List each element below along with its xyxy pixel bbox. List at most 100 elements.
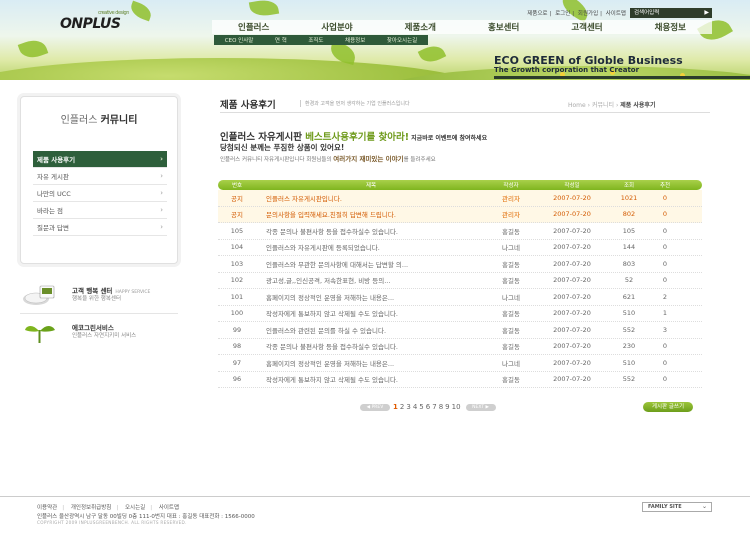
cell-author: 관리자 — [502, 194, 520, 203]
cell-no: 100 — [230, 309, 244, 318]
col-header-author: 작성자 — [503, 183, 519, 189]
page-description: 환경과 고객을 먼저 생각하는 기업 인플러스입니다 — [300, 100, 410, 107]
page-number[interactable]: 7 — [432, 403, 436, 411]
cell-title[interactable]: 문의사항을 입력해세요.친절히 답변해 드립니다. — [256, 209, 486, 219]
footer-link-privacy[interactable]: 개인정보취급방침 — [71, 505, 111, 511]
cell-title[interactable]: 작성자에게 통보하지 않고 삭제될 수도 있습니다. — [256, 308, 486, 318]
cell-title[interactable]: 인플러스와 자유게시판에 등록되었습니다. — [256, 242, 486, 252]
promo-customer-center[interactable]: 고객 행복 센터 HAPPY SERVICE 행복을 위한 행복센터 — [20, 281, 178, 311]
breadcrumb-community[interactable]: 커뮤니티 — [592, 102, 614, 109]
page-number[interactable]: 3 — [406, 403, 410, 411]
page-number[interactable]: 1 — [393, 403, 398, 411]
cell-recommend: 2 — [662, 292, 668, 301]
lnb-item-ceo[interactable]: CEO 인사말 — [225, 36, 254, 44]
toplink-home[interactable]: 제품으로 — [527, 11, 547, 17]
cell-title[interactable]: 광고성,글,,인신공격, 저속한표현, 비방 등의... — [256, 275, 486, 285]
write-post-button[interactable]: 게시판 글쓰기 — [643, 402, 693, 412]
cell-views: 510 — [622, 358, 636, 367]
toplink-join[interactable]: 회원가입 — [578, 11, 598, 17]
intro-desc-a: 인플러스 커뮤니티 자유게시판입니다 회원님들의 — [220, 157, 334, 163]
gnb-item-customer[interactable]: 고객센터 — [571, 21, 602, 33]
cell-recommend: 0 — [662, 193, 668, 202]
table-row[interactable]: 104 인플러스와 자유게시판에 등록되었습니다. 나그네 2007-07-20 144… — [218, 240, 702, 256]
gnb-item-business[interactable]: 사업분야 — [321, 21, 352, 33]
lnb-item-organization[interactable]: 조직도 — [308, 36, 323, 44]
cell-no: 102 — [230, 276, 244, 285]
sidebar-menu: 제품 사용후기 › 자유 게시판 › 나만의 UCC › 바라는 점 › 질문과… — [33, 151, 167, 236]
breadcrumb-home[interactable]: Home — [568, 102, 586, 109]
table-row[interactable]: 99 인플러스와 관련된 문의를 하실 수 있습니다. 홍길동 2007-07-20 5… — [218, 322, 702, 339]
table-row[interactable]: 98 각종 문의나 불편사항 등을 접수하실수 있습니다. 홍길동 2007-07-2… — [218, 339, 702, 355]
cell-views: 621 — [622, 292, 636, 301]
lnb-item-location[interactable]: 찾아오시는길 — [387, 36, 417, 44]
sidebar-item-ucc[interactable]: 나만의 UCC › — [33, 185, 167, 202]
cell-views: 105 — [622, 226, 636, 235]
cell-date: 2007-07-20 — [553, 358, 591, 367]
lnb-item-recruit[interactable]: 채용정보 — [345, 36, 365, 44]
page-number[interactable]: 6 — [426, 403, 430, 411]
breadcrumb: Home › 커뮤니티 › 제품 사용후기 — [568, 102, 656, 109]
gnb-item-company[interactable]: 인플러스 — [238, 21, 269, 33]
cell-views: 802 — [622, 210, 636, 219]
table-row[interactable]: 공지 문의사항을 입력해세요.친절히 답변해 드립니다. 관리자 2007-07-20… — [218, 206, 702, 223]
cell-author: 나그네 — [502, 359, 520, 368]
promo-desc: 인플러스 자연지키미 서비스 — [72, 333, 137, 339]
table-row[interactable]: 105 각종 문의나 불편사항 등을 접수하실수 있습니다. 홍길동 2007-07-… — [218, 223, 702, 240]
page-number[interactable]: 8 — [439, 403, 443, 411]
sidebar-item-qna[interactable]: 질문과 답변 › — [33, 219, 167, 236]
gnb-item-recruit[interactable]: 채용정보 — [655, 21, 686, 33]
prev-page-button[interactable]: ◀ PREV — [360, 403, 390, 411]
cell-recommend: 0 — [662, 210, 668, 219]
sidebar-item-wishes[interactable]: 바라는 점 › — [33, 202, 167, 219]
cell-date: 2007-07-20 — [553, 276, 591, 285]
cell-title[interactable]: 작성자에게 통보하지 않고 삭제될 수도 있습니다. — [256, 374, 486, 384]
next-label: NEXT — [472, 404, 485, 410]
footer-link-directions[interactable]: 오시는길 — [125, 505, 145, 511]
sidebar-item-reviews[interactable]: 제품 사용후기 › — [33, 151, 167, 168]
table-row[interactable]: 102 광고성,글,,인신공격, 저속한표현, 비방 등의... 홍길동 2007-0… — [218, 273, 702, 289]
cell-title[interactable]: 홈페이지의 정상적인 운영을 저해하는 내용은... — [256, 292, 486, 302]
cell-date: 2007-07-20 — [553, 259, 591, 268]
cell-title[interactable]: 인플러스와 관련된 문의를 하실 수 있습니다. — [256, 325, 486, 335]
cell-no: 99 — [232, 325, 242, 334]
cell-title[interactable]: 인플러스 자유게시판입니다. — [256, 193, 486, 203]
page-number[interactable]: 5 — [419, 403, 423, 411]
promo-eco-service[interactable]: 에코그린서비스 인플러스 자연지키미 서비스 — [20, 318, 178, 348]
cell-title[interactable]: 인플러스와 무관한 문의사항에 대해서는 답변할 의... — [256, 259, 486, 269]
leaf-decoration — [17, 36, 49, 62]
family-site-select[interactable]: FAMILY SITE ⌄ — [642, 502, 712, 512]
toplink-login[interactable]: 로그인 — [555, 11, 570, 17]
table-row[interactable]: 96 작성자에게 통보하지 않고 삭제될 수도 있습니다. 홍길동 2007-07-2… — [218, 372, 702, 388]
footer-link-terms[interactable]: 이용약관 — [37, 505, 57, 511]
page-number[interactable]: 9 — [445, 403, 449, 411]
sidebar-item-free-board[interactable]: 자유 게시판 › — [33, 168, 167, 185]
next-page-button[interactable]: NEXT ▶ — [465, 403, 496, 411]
cell-title[interactable]: 각종 문의나 불편사항 등을 접수하실수 있습니다. — [256, 341, 486, 351]
table-row[interactable]: 100 작성자에게 통보하지 않고 삭제될 수도 있습니다. 홍길동 2007-07-… — [218, 306, 702, 322]
page-number[interactable]: 4 — [413, 403, 417, 411]
chevron-right-icon: › — [160, 206, 163, 214]
table-row[interactable]: 101 홈페이지의 정상적인 운영을 저해하는 내용은... 나그네 2007-07-… — [218, 289, 702, 306]
logo-tagline: creative design — [98, 10, 129, 16]
lnb-item-history[interactable]: 연 혁 — [275, 36, 287, 44]
toplink-sitemap[interactable]: 사이트맵 — [606, 11, 626, 17]
sub-navigation: CEO 인사말 연 혁 조직도 채용정보 찾아오시는길 — [214, 35, 428, 45]
search-input[interactable]: 검색어입력 ▶ — [630, 8, 712, 18]
cell-title[interactable]: 각종 문의나 불편사항 등을 접수하실수 있습니다. — [256, 226, 486, 236]
page-number[interactable]: 2 — [400, 403, 404, 411]
site-logo[interactable]: ONPLUS creative design — [60, 10, 129, 32]
gnb-item-products[interactable]: 제품소개 — [405, 21, 436, 33]
cell-no: 97 — [232, 358, 242, 367]
table-row[interactable]: 공지 인플러스 자유게시판입니다. 관리자 2007-07-20 1021 0 — [218, 190, 702, 207]
cell-title[interactable]: 홈페이지의 정상적인 운영을 저해하는 내용은... — [256, 358, 486, 368]
search-arrow-icon[interactable]: ▶ — [704, 9, 709, 17]
table-row[interactable]: 103 인플러스와 무관한 문의사항에 대해서는 답변할 의... 홍길동 2007-… — [218, 256, 702, 273]
gnb-item-pr[interactable]: 홍보센터 — [488, 21, 519, 33]
main-navigation: 인플러스 사업분야 제품소개 홍보센터 고객센터 채용정보 — [212, 20, 712, 34]
cell-views: 510 — [622, 309, 636, 318]
chevron-right-icon: › — [160, 189, 163, 197]
table-row[interactable]: 97 홈페이지의 정상적인 운영을 저해하는 내용은... 나그네 2007-07-2… — [218, 355, 702, 372]
page-number[interactable]: 10 — [452, 403, 461, 411]
footer-link-sitemap[interactable]: 사이트맵 — [159, 505, 179, 511]
cell-author: 홍길동 — [502, 376, 520, 385]
